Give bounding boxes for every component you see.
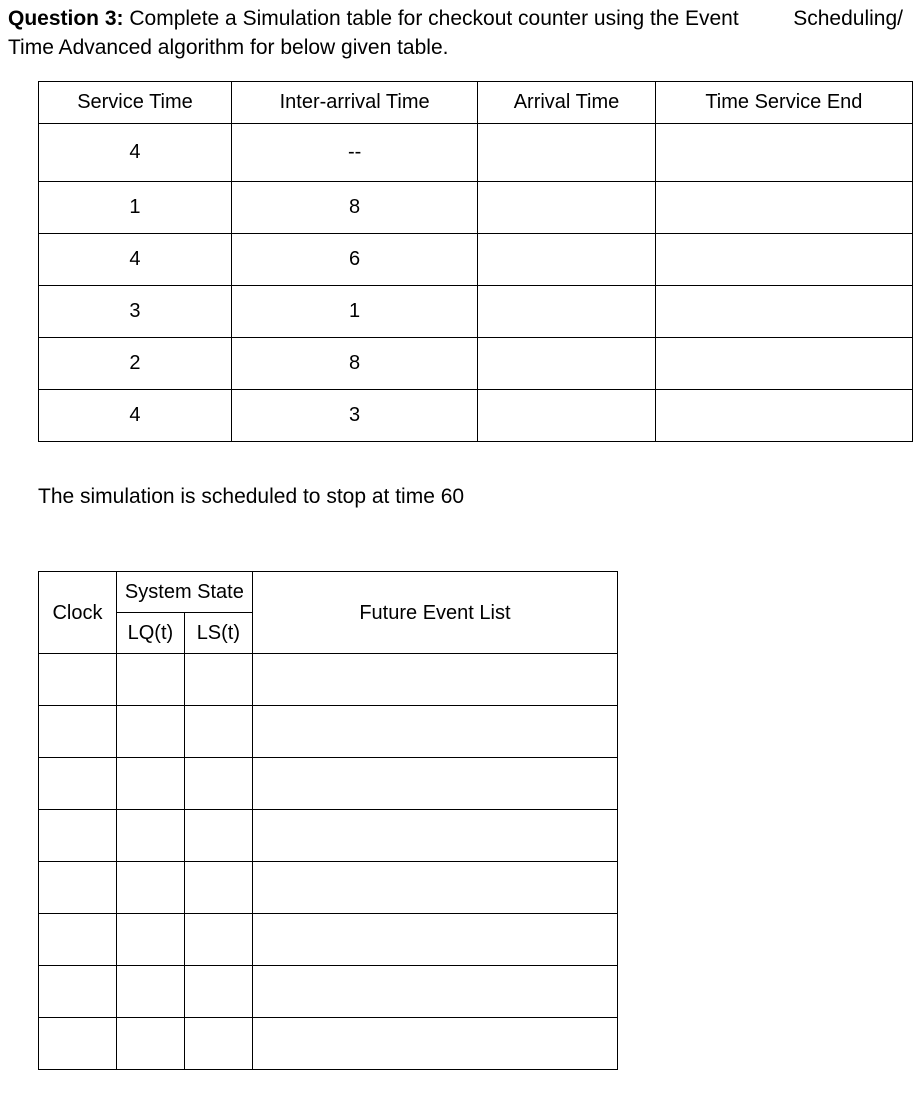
table-row [39,654,618,706]
table-cell: 6 [231,233,477,285]
table-row: 28 [39,337,913,389]
table-cell [184,914,252,966]
table-cell [184,654,252,706]
t2-header-system-state: System State [116,572,252,613]
table-cell [478,123,655,181]
t1-header-serviceend: Time Service End [655,81,912,123]
simulation-data-table: Service Time Inter-arrival Time Arrival … [38,81,913,442]
table-cell [116,706,184,758]
table-cell [116,966,184,1018]
table-cell [478,181,655,233]
question-right-word: Scheduling/ [793,4,903,33]
question-text-1: Complete a Simulation table for checkout… [124,7,739,30]
table-cell [478,285,655,337]
table-row [39,758,618,810]
table-row: 46 [39,233,913,285]
table-cell [184,758,252,810]
table-cell [116,810,184,862]
table-row [39,862,618,914]
table-row: 4-- [39,123,913,181]
table-cell [39,706,117,758]
stop-time-text: The simulation is scheduled to stop at t… [38,482,913,511]
table-cell [252,1018,617,1070]
table-cell: 4 [39,233,232,285]
table-cell [184,862,252,914]
question-header: Scheduling/ Question 3: Complete a Simul… [8,4,913,63]
table-row [39,966,618,1018]
table-cell [116,862,184,914]
table-cell [655,123,912,181]
event-schedule-table: Clock System State Future Event List LQ(… [38,571,618,1070]
table-cell [39,654,117,706]
table-cell [655,337,912,389]
table-cell [478,233,655,285]
table-cell [184,810,252,862]
table-cell [252,706,617,758]
table-cell [478,389,655,441]
table-cell [252,914,617,966]
table-cell [252,810,617,862]
table-row: 31 [39,285,913,337]
question-number: Question 3: [8,7,124,30]
table-cell [116,758,184,810]
table-cell [184,1018,252,1070]
t2-header-fel: Future Event List [252,572,617,654]
t2-body [39,654,618,1070]
table-row: 43 [39,389,913,441]
t1-header-interarrival: Inter-arrival Time [231,81,477,123]
t2-header-ls: LS(t) [184,613,252,654]
table-row: 18 [39,181,913,233]
table-cell [184,966,252,1018]
table-cell [39,810,117,862]
table-cell [252,654,617,706]
table-cell [252,966,617,1018]
table-cell [116,654,184,706]
table-cell [655,233,912,285]
table-cell [39,1018,117,1070]
table-cell [655,389,912,441]
table-cell: 2 [39,337,232,389]
table-cell: 3 [231,389,477,441]
table-cell [655,181,912,233]
table-cell [116,1018,184,1070]
table-cell [252,758,617,810]
table-cell [655,285,912,337]
table-cell: 4 [39,123,232,181]
table-cell [39,862,117,914]
question-text-2: Time Advanced algorithm for below given … [8,36,448,59]
table-cell [39,758,117,810]
table-row [39,706,618,758]
table-cell: 1 [39,181,232,233]
table-cell [252,862,617,914]
table-cell [478,337,655,389]
table-cell: 8 [231,181,477,233]
table-row [39,810,618,862]
table-row [39,914,618,966]
table-cell [39,914,117,966]
table-cell: 3 [39,285,232,337]
table-cell: 1 [231,285,477,337]
t1-body: 4--1846312843 [39,123,913,441]
t2-header-clock: Clock [39,572,117,654]
t1-header-service: Service Time [39,81,232,123]
table-row [39,1018,618,1070]
table-cell [39,966,117,1018]
t1-header-arrival: Arrival Time [478,81,655,123]
table-cell [116,914,184,966]
t2-header-lq: LQ(t) [116,613,184,654]
table-cell: -- [231,123,477,181]
table-cell [184,706,252,758]
table-cell: 8 [231,337,477,389]
table-cell: 4 [39,389,232,441]
